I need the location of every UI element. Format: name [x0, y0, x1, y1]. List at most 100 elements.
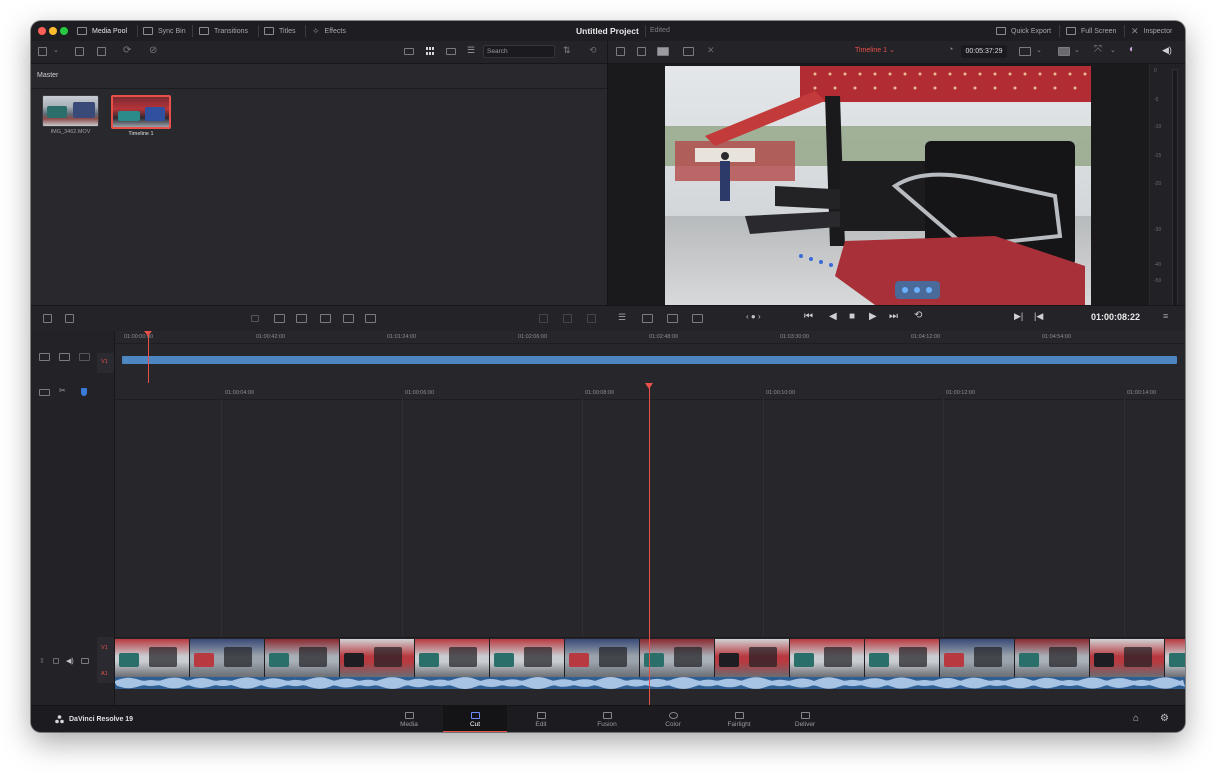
viewer-options-icon[interactable] — [1019, 47, 1031, 56]
page-edit[interactable]: Edit — [509, 706, 573, 732]
track-view-icon[interactable] — [39, 389, 50, 396]
jog-control[interactable]: ‹ ● › — [746, 312, 761, 321]
go-to-start-icon[interactable]: ⏮ — [804, 311, 813, 322]
play-reverse-icon[interactable]: ◀ — [829, 311, 837, 322]
track-divider — [115, 637, 1185, 638]
search-field[interactable]: Search — [483, 45, 555, 58]
stop-icon[interactable]: ■ — [849, 311, 855, 322]
play-icon[interactable]: ▶ — [869, 311, 877, 322]
chevron-down-icon[interactable]: ⌄ — [53, 46, 59, 54]
ripple-overwrite-icon[interactable] — [296, 314, 307, 323]
page-fusion[interactable]: Fusion — [575, 706, 639, 732]
upper-timeline-clip[interactable] — [122, 356, 1177, 364]
mark-in-icon[interactable]: ▶| — [1014, 311, 1023, 322]
playhead-handle[interactable] — [645, 383, 653, 389]
append-icon[interactable] — [274, 314, 285, 323]
sync-icon[interactable]: ⟳ — [123, 45, 131, 56]
safe-area-icon[interactable]: ✕ — [707, 45, 715, 56]
clip-thumbnail-detail — [73, 102, 95, 118]
menu-icon[interactable]: ≡ — [1163, 311, 1168, 321]
video-icon[interactable] — [81, 658, 89, 664]
shield-icon[interactable] — [81, 388, 87, 396]
link-icon[interactable]: ⊘ — [149, 45, 157, 56]
timeline-viewer-icon[interactable] — [657, 47, 669, 56]
tab-label: Transitions — [214, 27, 248, 35]
filmstrip-frame-detail — [674, 647, 702, 667]
maximize-window-button[interactable] — [60, 27, 68, 35]
filmstrip-view-icon[interactable] — [446, 48, 456, 55]
track-option-icon[interactable] — [59, 353, 70, 361]
tab-effects[interactable]: ✧ Effects — [312, 21, 346, 41]
import-folder-icon[interactable] — [97, 47, 106, 56]
search-input[interactable]: Search — [487, 48, 508, 55]
loop-icon[interactable]: ⟲ — [914, 310, 922, 321]
upper-playhead-handle[interactable] — [144, 331, 152, 336]
audio-track-icon[interactable] — [642, 314, 653, 323]
tab-media-pool[interactable]: Media Pool — [77, 21, 127, 41]
mark-out-icon[interactable]: |◀ — [1034, 311, 1043, 322]
import-media-icon[interactable] — [75, 47, 84, 56]
grid-line — [221, 399, 222, 637]
meter-label: -15 — [1154, 153, 1162, 159]
chevron-down-icon[interactable]: ⌄ — [1036, 46, 1042, 54]
aspect-icon[interactable] — [1058, 47, 1070, 56]
sort-icon[interactable]: ⇅ — [563, 45, 571, 56]
color-wheel-icon[interactable]: ◐ — [1129, 44, 1135, 55]
thumbnail-view-icon[interactable] — [426, 47, 436, 56]
refresh-icon[interactable]: ⟲ — [589, 45, 597, 56]
transform-icon[interactable]: ⤧ — [1094, 44, 1102, 55]
zoom-icon[interactable] — [667, 314, 678, 323]
chevron-down-icon[interactable]: ⌄ — [1110, 46, 1116, 54]
panel-toggle-icon[interactable] — [38, 47, 47, 56]
page-fairlight[interactable]: Fairlight — [707, 706, 771, 732]
track-option-icon[interactable] — [39, 353, 50, 361]
video-clip[interactable] — [115, 639, 1185, 677]
full-screen-button[interactable]: Full Screen — [1066, 21, 1116, 41]
lock-icon[interactable]: ⇕ — [39, 657, 45, 665]
audio-clip[interactable] — [115, 677, 1185, 689]
adjust-icon[interactable]: ☰ — [618, 312, 626, 323]
upper-playhead[interactable] — [148, 331, 149, 383]
minimize-window-button[interactable] — [49, 27, 57, 35]
audio-icon[interactable]: ◀) — [66, 657, 74, 665]
close-up-icon[interactable] — [320, 314, 331, 323]
fusion-page-icon — [602, 711, 612, 719]
page-color[interactable]: Color — [641, 706, 705, 732]
scissors-icon[interactable]: ✂ — [59, 386, 66, 395]
gear-icon[interactable]: ⚙ — [1160, 713, 1169, 724]
playhead[interactable] — [649, 383, 650, 705]
tab-titles[interactable]: Titles — [264, 21, 295, 41]
source-overwrite-icon[interactable] — [365, 314, 376, 323]
active-page-indicator — [443, 731, 507, 732]
source-viewer-icon[interactable] — [637, 47, 646, 56]
dual-viewer-icon[interactable] — [683, 47, 694, 56]
chevron-down-icon[interactable]: ⌄ — [1074, 46, 1080, 54]
strip-view-icon[interactable] — [404, 48, 414, 55]
home-icon[interactable]: ⌂ — [1133, 713, 1139, 724]
title-bar: Media Pool Sync Bin Transitions Titles ✧… — [31, 21, 1185, 42]
tab-label: Sync Bin — [158, 27, 186, 35]
smart-insert-icon[interactable] — [251, 315, 259, 322]
quick-export-button[interactable]: Quick Export — [996, 21, 1051, 41]
auto-select-icon[interactable] — [53, 658, 59, 664]
clip-mode-icon[interactable] — [43, 314, 52, 323]
viewer-mode-icon[interactable] — [616, 47, 625, 56]
list-view-icon[interactable]: ☰ — [467, 45, 475, 56]
export-frame-icon[interactable] — [692, 314, 703, 323]
tab-sync-bin[interactable]: Sync Bin — [143, 21, 186, 41]
page-deliver[interactable]: Deliver — [773, 706, 837, 732]
page-cut[interactable]: Cut — [443, 706, 507, 732]
track-option-icon[interactable] — [79, 353, 90, 361]
volume-icon[interactable]: ◀) — [1162, 45, 1172, 56]
media-page-icon — [404, 711, 414, 719]
inspector-button[interactable]: ✕ Inspector — [1131, 21, 1172, 41]
close-window-button[interactable] — [38, 27, 46, 35]
tab-transitions[interactable]: Transitions — [199, 21, 248, 41]
go-to-end-icon[interactable]: ⏭ — [889, 311, 898, 322]
sort-mode-icon[interactable] — [65, 314, 74, 323]
media-item-clip[interactable]: IMG_3462.MOV — [42, 95, 99, 136]
media-item-timeline[interactable]: Timeline 1 — [111, 95, 171, 137]
timeline-selector[interactable]: Timeline 1 ⌄ — [855, 46, 895, 54]
page-media[interactable]: Media — [377, 706, 441, 732]
place-on-top-icon[interactable] — [343, 314, 354, 323]
